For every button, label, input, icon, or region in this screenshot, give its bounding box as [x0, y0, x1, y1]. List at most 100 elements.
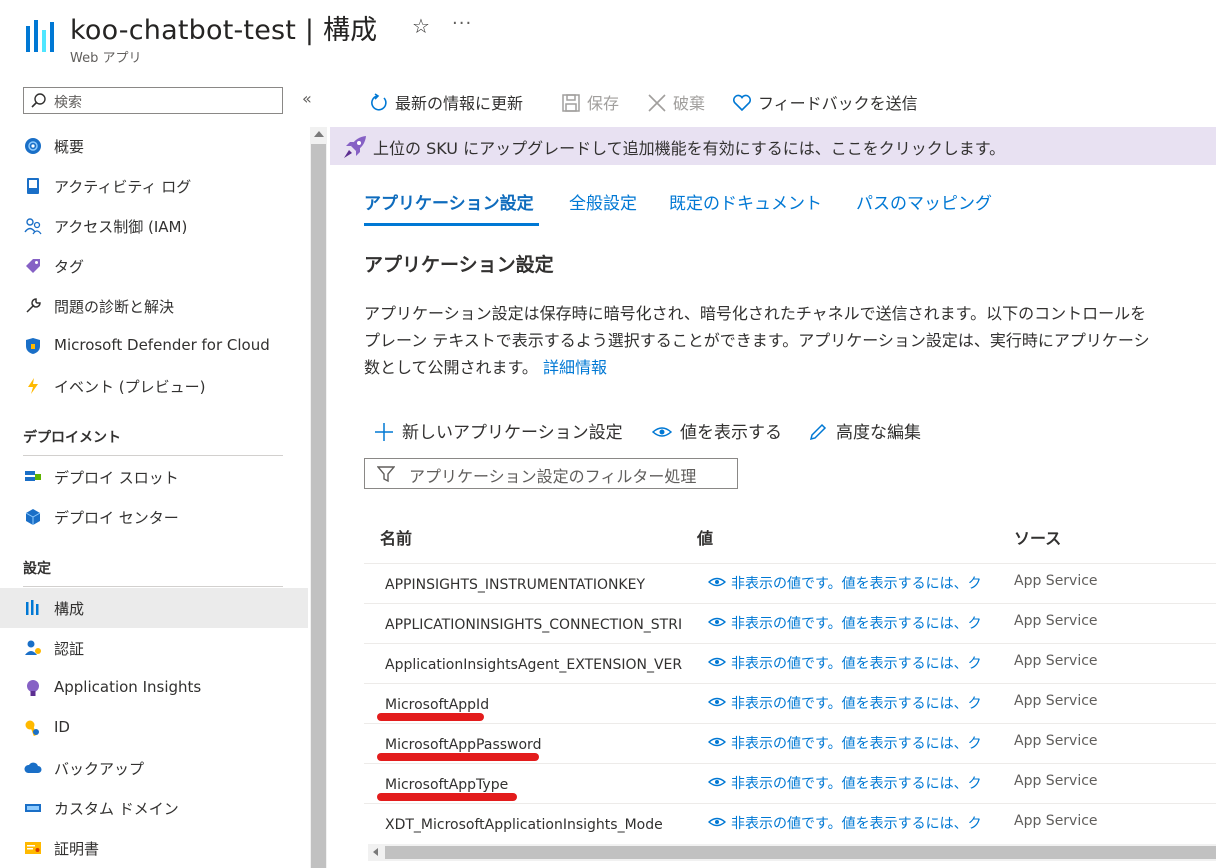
- star-icon[interactable]: ☆: [412, 14, 430, 38]
- sidebar-section-deployment: デプロイメント: [23, 430, 121, 446]
- sidebar-item-diagnose[interactable]: 問題の診断と解決: [0, 286, 308, 326]
- tab-default-documents[interactable]: 既定のドキュメント: [669, 189, 822, 214]
- setting-source: App Service: [1014, 773, 1098, 789]
- domain-icon: [25, 804, 41, 812]
- eye-icon: [708, 577, 726, 587]
- hidden-value-link[interactable]: 非表示の値です。値を表示するには、ク: [708, 813, 1001, 833]
- sidebar-item-defender[interactable]: Microsoft Defender for Cloud: [0, 326, 308, 366]
- sidebar-item-deploy-slots[interactable]: デプロイ スロット: [0, 457, 308, 497]
- setting-name[interactable]: XDT_MicrosoftApplicationInsights_Mode: [385, 817, 682, 833]
- hidden-value-link[interactable]: 非表示の値です。値を表示するには、ク: [708, 613, 1001, 633]
- filter-input[interactable]: アプリケーション設定のフィルター処理: [364, 458, 738, 489]
- sidebar-item-activity-log[interactable]: アクティビティ ログ: [0, 166, 308, 206]
- cloud-icon: [24, 762, 42, 773]
- hidden-value-link[interactable]: 非表示の値です。値を表示するには、ク: [708, 773, 1001, 793]
- search-placeholder: 検索: [54, 95, 82, 111]
- learn-more-link[interactable]: 詳細情報: [543, 358, 607, 377]
- table-row[interactable]: ApplicationInsightsAgent_EXTENSION_VERSI…: [364, 643, 1216, 684]
- close-icon: [648, 94, 666, 112]
- eye-icon: [708, 817, 726, 827]
- upgrade-banner[interactable]: 上位の SKU にアップグレードして追加機能を有効にするには、ここをクリックしま…: [330, 127, 1216, 165]
- red-annotation-underline: [377, 713, 484, 721]
- sidebar-item-iam[interactable]: アクセス制御 (IAM): [0, 206, 308, 246]
- hidden-value-link[interactable]: 非表示の値です。値を表示するには、ク: [708, 693, 1001, 713]
- red-annotation-underline: [377, 753, 539, 761]
- certificate-icon: [25, 842, 41, 854]
- more-icon[interactable]: ···: [452, 13, 472, 34]
- sidebar-item-label: イベント (プレビュー): [54, 378, 206, 396]
- hidden-value-link[interactable]: 非表示の値です。値を表示するには、ク: [708, 573, 1001, 593]
- sidebar-item-identity[interactable]: ID: [0, 708, 308, 748]
- table-row[interactable]: XDT_MicrosoftApplicationInsights_Mode 非表示…: [364, 803, 1216, 844]
- column-header-value[interactable]: 値: [697, 525, 713, 549]
- sidebar-item-label: ID: [54, 718, 70, 736]
- show-values-button[interactable]: 値を表示する: [652, 418, 782, 443]
- table-row[interactable]: APPLICATIONINSIGHTS_CONNECTION_STRIN 非表示の…: [364, 603, 1216, 644]
- hidden-value-text: 非表示の値です。値を表示するには、ク: [731, 696, 982, 712]
- sidebar-item-authentication[interactable]: 認証: [0, 628, 308, 668]
- sidebar-section-settings: 設定: [23, 561, 51, 577]
- sidebar-item-overview[interactable]: 概要: [0, 126, 308, 166]
- setting-name[interactable]: MicrosoftAppId: [385, 697, 682, 713]
- hidden-value-link[interactable]: 非表示の値です。値を表示するには、ク: [708, 653, 1001, 673]
- setting-name[interactable]: APPINSIGHTS_INSTRUMENTATIONKEY: [385, 577, 682, 593]
- sidebar-item-custom-domain[interactable]: カスタム ドメイン: [0, 788, 308, 828]
- eye-icon: [708, 737, 726, 747]
- red-annotation-underline: [377, 793, 517, 801]
- column-header-name[interactable]: 名前: [380, 525, 412, 549]
- collapse-sidebar-icon[interactable]: «: [302, 89, 312, 108]
- column-header-source[interactable]: ソース: [1014, 525, 1061, 549]
- sidebar-item-tags[interactable]: タグ: [0, 246, 308, 286]
- divider: [23, 586, 283, 587]
- app-service-logo: [26, 20, 54, 52]
- new-setting-button[interactable]: 新しいアプリケーション設定: [374, 418, 623, 443]
- sidebar-item-configuration[interactable]: 構成: [0, 588, 308, 628]
- scrollbar-thumb[interactable]: [385, 846, 1216, 859]
- setting-name[interactable]: ApplicationInsightsAgent_EXTENSION_VERSI…: [385, 657, 682, 673]
- refresh-button[interactable]: 最新の情報に更新: [369, 90, 523, 114]
- scrollbar-thumb[interactable]: [311, 144, 326, 868]
- globe-icon: [25, 138, 41, 154]
- hidden-value-link[interactable]: 非表示の値です。値を表示するには、ク: [708, 733, 1001, 753]
- section-title: アプリケーション設定: [364, 254, 554, 276]
- setting-name[interactable]: APPLICATIONINSIGHTS_CONNECTION_STRIN: [385, 617, 682, 633]
- sidebar-item-label: Application Insights: [54, 678, 202, 696]
- tab-path-mappings[interactable]: パスのマッピング: [856, 189, 992, 214]
- table-row[interactable]: MicrosoftAppId 非表示の値です。値を表示するには、ク App Serv…: [364, 683, 1216, 724]
- sidebar-item-label: デプロイ スロット: [54, 469, 179, 487]
- sidebar-item-events[interactable]: イベント (プレビュー): [0, 366, 308, 406]
- table-row[interactable]: APPINSIGHTS_INSTRUMENTATIONKEY 非表示の値です。値を…: [364, 563, 1216, 604]
- sidebar-scrollbar[interactable]: [310, 127, 327, 868]
- sidebar-item-backup[interactable]: バックアップ: [0, 748, 308, 788]
- setting-name[interactable]: MicrosoftAppType: [385, 777, 682, 793]
- hidden-value-text: 非表示の値です。値を表示するには、ク: [731, 776, 982, 792]
- eye-icon: [652, 427, 672, 437]
- hidden-value-text: 非表示の値です。値を表示するには、ク: [731, 816, 982, 832]
- upgrade-banner-text: 上位の SKU にアップグレードして追加機能を有効にするには、ここをクリックしま…: [373, 139, 1006, 158]
- setting-name[interactable]: MicrosoftAppPassword: [385, 737, 682, 753]
- feedback-button[interactable]: フィードバックを送信: [732, 90, 918, 114]
- setting-source: App Service: [1014, 813, 1098, 829]
- sidebar-item-deploy-center[interactable]: デプロイ センター: [0, 497, 308, 537]
- discard-button[interactable]: 破棄: [647, 90, 705, 114]
- advanced-edit-button[interactable]: 高度な編集: [808, 418, 921, 443]
- tab-general-settings[interactable]: 全般設定: [569, 189, 637, 214]
- sidebar-item-label: バックアップ: [54, 760, 145, 778]
- horizontal-scrollbar[interactable]: [368, 844, 1216, 861]
- scroll-up-arrow-icon[interactable]: [314, 131, 324, 137]
- plus-icon: [375, 423, 393, 441]
- scroll-left-arrow-icon[interactable]: [373, 848, 378, 856]
- setting-source: App Service: [1014, 733, 1098, 749]
- sidebar-item-certificates[interactable]: 証明書: [0, 828, 308, 868]
- save-button[interactable]: 保存: [561, 90, 619, 114]
- sidebar-item-app-insights[interactable]: Application Insights: [0, 668, 308, 708]
- description-line: アプリケーション設定は保存時に暗号化され、暗号化されたチャネルで送信されます。以…: [364, 304, 1147, 323]
- save-icon: [562, 94, 580, 112]
- sidebar-item-label: 証明書: [54, 840, 100, 858]
- tab-application-settings[interactable]: アプリケーション設定: [364, 189, 534, 214]
- eye-icon: [708, 777, 726, 787]
- description-line: プレーン テキストで表示するよう選択することができます。アプリケーション設定は、…: [364, 331, 1150, 350]
- sidebar-item-label: アクセス制御 (IAM): [54, 218, 188, 236]
- sidebar-search-input[interactable]: 検索: [23, 87, 283, 114]
- sidebar-item-label: 問題の診断と解決: [54, 298, 175, 316]
